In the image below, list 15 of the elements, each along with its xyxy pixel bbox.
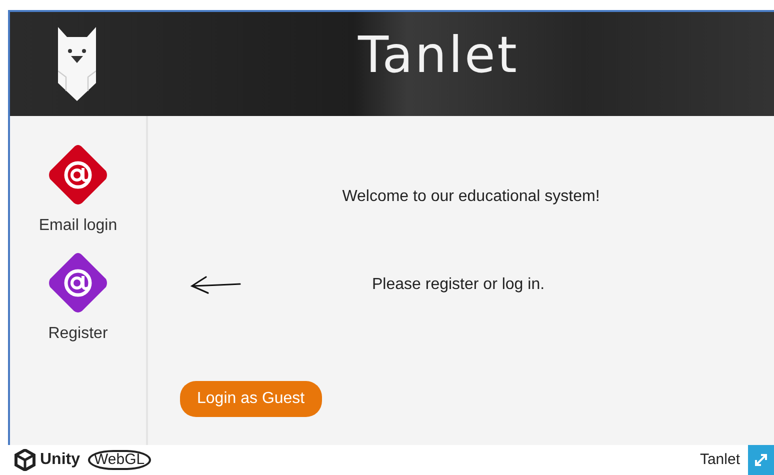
welcome-text: Welcome to our educational system!: [341, 187, 601, 207]
prompt-text: Please register or log in.: [372, 275, 545, 295]
webgl-badge-text: WebGL: [88, 450, 151, 470]
arrow-icon: [190, 275, 242, 295]
wolf-logo-icon: [58, 27, 96, 101]
fullscreen-button[interactable]: [748, 445, 774, 475]
at-sign-icon: [46, 144, 109, 206]
at-sign-icon: [47, 252, 109, 314]
app-title: Tanlet: [358, 30, 519, 80]
unity-brand-text: Unity: [40, 450, 80, 470]
cube-logo-icon: [14, 449, 36, 471]
sidebar-item[interactable]: Register: [47, 252, 109, 346]
footer-title: Tanlet: [700, 450, 740, 470]
sidebar-item[interactable]: Email login: [38, 144, 118, 238]
expand-icon: [754, 453, 768, 467]
